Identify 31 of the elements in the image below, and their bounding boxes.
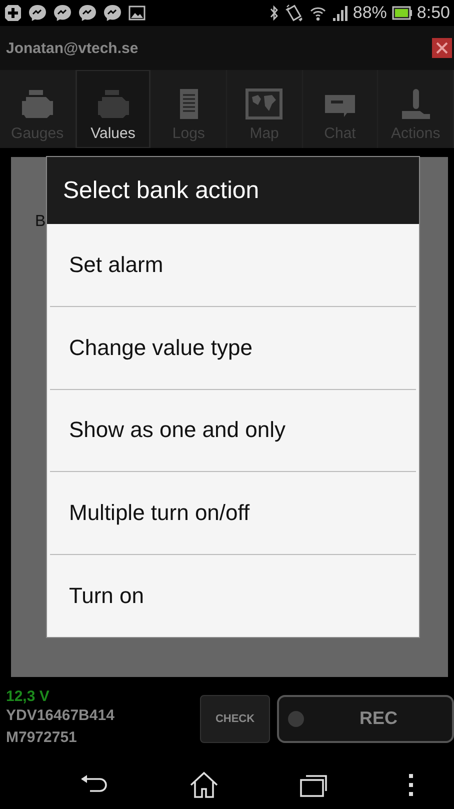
menu-item[interactable]: Set alarm xyxy=(50,224,416,307)
menu-item[interactable]: Change value type xyxy=(50,306,416,390)
battery-percent: 88% xyxy=(352,3,387,23)
bluetooth-icon xyxy=(268,4,279,22)
tab[interactable]: Values xyxy=(76,70,152,148)
chat-bubble-icon xyxy=(28,4,47,22)
vehicle-id: YDV16467B414 xyxy=(6,706,116,726)
chat-bubble-icon xyxy=(53,4,72,22)
medical-cross-icon xyxy=(4,4,22,22)
menu-item[interactable]: Show as one and only xyxy=(50,390,416,472)
account-email: Jonatan@vtech.se xyxy=(6,40,138,56)
map-icon xyxy=(244,87,284,121)
record-dot-icon xyxy=(287,710,305,728)
menu-item[interactable]: Multiple turn on/off xyxy=(50,472,416,556)
voltage-reading: 12,3 V xyxy=(6,688,50,705)
vibrate-icon xyxy=(284,4,304,22)
battery-icon xyxy=(392,6,412,20)
menu-item[interactable]: Turn on xyxy=(50,555,416,637)
close-button[interactable] xyxy=(432,38,452,58)
chat-bubble-icon xyxy=(78,4,97,22)
clock-time: 8:50 xyxy=(416,3,450,23)
bank-label: B xyxy=(35,213,46,231)
menu-icon[interactable] xyxy=(408,772,414,796)
dialog-title: Select bank action xyxy=(47,157,419,224)
chat-bubble-icon xyxy=(103,4,122,22)
image-icon xyxy=(128,4,146,22)
home-icon[interactable] xyxy=(189,770,220,798)
signal-icon xyxy=(332,4,348,22)
record-button[interactable]: REC xyxy=(277,694,454,742)
check-engine-indicator: CHECK xyxy=(200,694,270,742)
serial-number: M7972751 xyxy=(6,728,78,748)
